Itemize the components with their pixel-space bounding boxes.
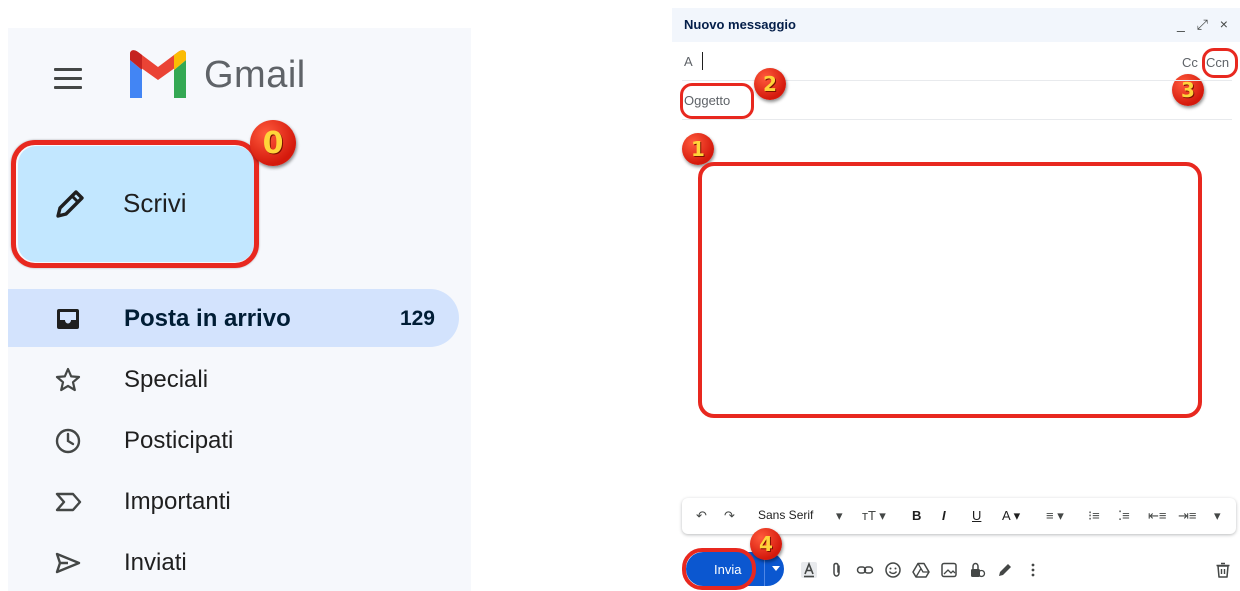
step-badge-1: 1	[682, 133, 714, 165]
clock-icon	[55, 428, 81, 454]
message-body-area[interactable]	[698, 162, 1202, 418]
sidebar-item-label: Speciali	[124, 366, 209, 393]
step-badge-0: 0	[250, 120, 296, 166]
bold-icon[interactable]: B	[912, 508, 921, 523]
sidebar-item-label: Posta in arrivo	[124, 305, 291, 332]
to-input-caret[interactable]	[702, 52, 703, 70]
step-badge-2: 2	[754, 68, 786, 100]
link-icon[interactable]	[856, 561, 874, 579]
subject-divider	[682, 119, 1232, 120]
sidebar-item-important[interactable]: Importanti	[8, 472, 459, 530]
trash-icon[interactable]	[1214, 561, 1232, 579]
send-options-chevron-icon[interactable]	[772, 566, 780, 571]
gmail-sidebar: Gmail Scrivi 0 Posta in arrivo 129 Speci…	[8, 28, 471, 591]
more-options-icon[interactable]	[1024, 561, 1042, 579]
important-icon	[55, 492, 82, 512]
bcc-highlight	[1202, 48, 1238, 78]
signature-pen-icon[interactable]	[996, 561, 1014, 579]
to-field-label: A	[684, 54, 693, 69]
gmail-logo-icon[interactable]	[126, 50, 190, 102]
redo-icon[interactable]: ↷	[724, 508, 735, 524]
star-icon	[55, 367, 81, 392]
drive-icon[interactable]	[912, 561, 930, 579]
confidential-mode-icon[interactable]	[968, 561, 986, 579]
send-icon	[55, 552, 81, 574]
align-icon[interactable]: ≡ ▾	[1046, 508, 1064, 524]
sidebar-item-label: Posticipati	[124, 427, 234, 454]
numbered-list-icon[interactable]: ⁝≡	[1088, 508, 1100, 524]
unread-count: 129	[399, 307, 435, 330]
send-highlight	[682, 548, 756, 590]
window-controls[interactable]: _ ⤢ ×	[1177, 16, 1232, 33]
compose-title: Nuovo messaggio	[684, 17, 796, 32]
sidebar-item-starred[interactable]: Speciali	[8, 350, 459, 408]
more-formatting-icon[interactable]: ▾	[1214, 508, 1221, 524]
cc-link[interactable]: Cc	[1182, 55, 1198, 70]
gmail-brand-text: Gmail	[204, 54, 306, 96]
compose-highlight	[11, 140, 259, 268]
undo-icon[interactable]: ↶	[696, 508, 707, 524]
font-dropdown-icon[interactable]: ▾	[836, 508, 843, 524]
subject-highlight	[680, 83, 754, 119]
indent-less-icon[interactable]: ⇤≡	[1148, 508, 1166, 524]
main-menu-icon[interactable]	[48, 62, 88, 96]
step-badge-4: 4	[750, 528, 782, 560]
sidebar-item-label: Importanti	[124, 488, 231, 515]
emoji-icon[interactable]	[884, 561, 902, 579]
compose-window: Nuovo messaggio _ ⤢ × A Cc Ccn 3 Oggetto…	[672, 0, 1240, 591]
sidebar-item-inbox[interactable]: Posta in arrivo 129	[8, 289, 459, 347]
step-badge-3: 3	[1172, 74, 1204, 106]
font-family-select[interactable]: Sans Serif	[758, 508, 813, 522]
underline-icon[interactable]: U	[972, 508, 981, 523]
indent-more-icon[interactable]: ⇥≡	[1178, 508, 1196, 524]
formatting-options-icon[interactable]	[800, 561, 818, 579]
sidebar-item-sent[interactable]: Inviati	[8, 533, 459, 591]
sidebar-item-label: Inviati	[124, 549, 187, 576]
insert-photo-icon[interactable]	[940, 561, 958, 579]
text-color-icon[interactable]: A ▾	[1002, 508, 1020, 524]
attach-icon[interactable]	[828, 561, 846, 579]
sidebar-item-snoozed[interactable]: Posticipati	[8, 411, 459, 469]
italic-icon[interactable]: I	[942, 508, 946, 523]
bulleted-list-icon[interactable]: ⁚≡	[1118, 508, 1130, 524]
compose-header: Nuovo messaggio _ ⤢ ×	[672, 8, 1240, 42]
font-size-icon[interactable]: ᴛT ▾	[862, 508, 886, 524]
inbox-icon	[57, 309, 79, 329]
